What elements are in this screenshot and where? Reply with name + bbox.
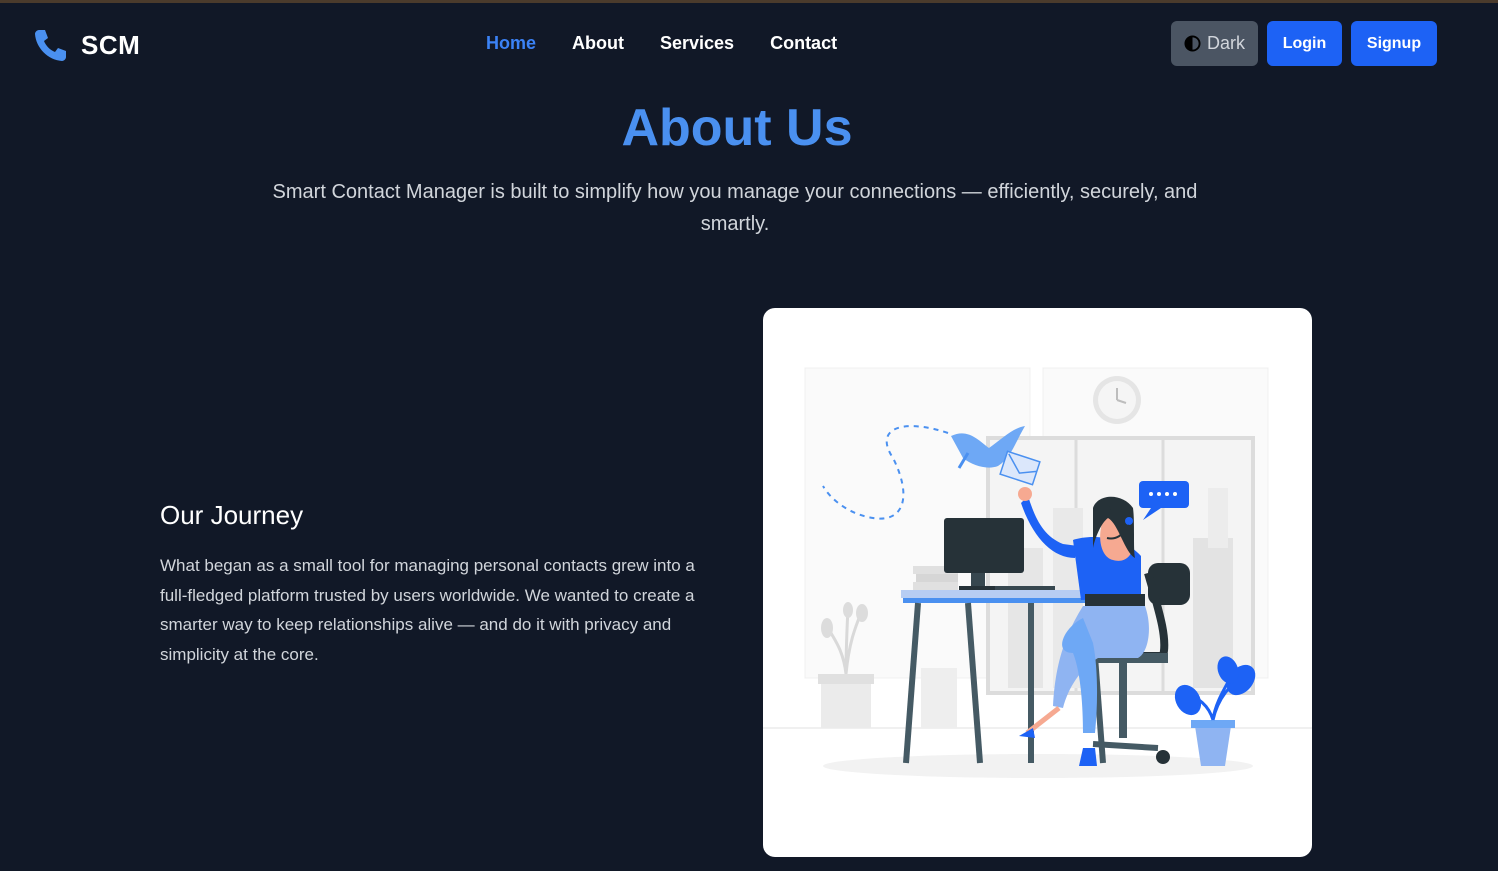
signup-button[interactable]: Signup xyxy=(1351,21,1437,66)
phone-icon xyxy=(35,30,66,61)
office-illustration xyxy=(763,367,1312,778)
clock-icon xyxy=(1093,376,1141,424)
nav-link-contact[interactable]: Contact xyxy=(770,33,837,54)
nav-link-services[interactable]: Services xyxy=(660,33,734,54)
nav-links: Home About Services Contact xyxy=(486,33,873,54)
theme-toggle-button[interactable]: Dark xyxy=(1171,21,1258,66)
journey-paragraph: What began as a small tool for managing … xyxy=(160,556,695,664)
illustration-card xyxy=(763,308,1312,857)
theme-toggle-label: Dark xyxy=(1206,33,1245,53)
brand[interactable]: SCM xyxy=(33,25,140,65)
nav-link-about[interactable]: About xyxy=(572,33,624,54)
nav-link-home[interactable]: Home xyxy=(486,33,536,54)
brand-name: SCM xyxy=(81,29,141,60)
navbar: SCM Home About Services Contact Dark Log… xyxy=(0,3,1498,83)
login-button[interactable]: Login xyxy=(1267,21,1342,66)
half-circle-contrast-icon xyxy=(1184,35,1201,52)
page-subtitle: Smart Contact Manager is built to simpli… xyxy=(272,181,1198,235)
page-title: About Us xyxy=(621,99,853,157)
journey-heading: Our Journey xyxy=(160,500,304,530)
